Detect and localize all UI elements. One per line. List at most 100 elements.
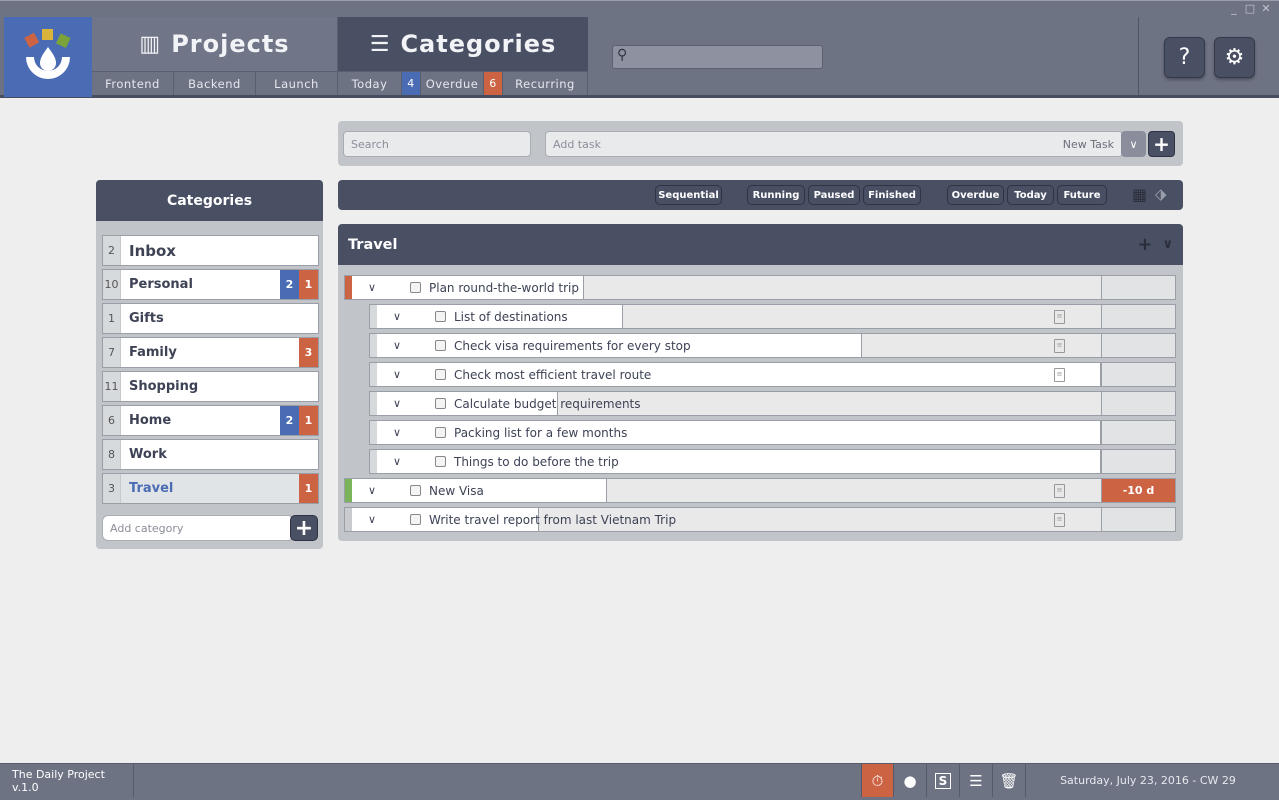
tab-today[interactable]: Today bbox=[338, 71, 402, 95]
tab-recurring[interactable]: Recurring bbox=[503, 71, 588, 95]
task-title: New Visa bbox=[429, 483, 484, 498]
category-item-family[interactable]: 7 Family 3 bbox=[102, 337, 319, 368]
category-item-shopping[interactable]: 11 Shopping bbox=[102, 371, 319, 402]
header-divider bbox=[1138, 17, 1139, 95]
user-location-icon[interactable]: ● bbox=[894, 764, 927, 797]
category-count: 11 bbox=[103, 372, 121, 401]
task-row[interactable]: ∨ Check visa requirements for every stop… bbox=[369, 333, 1176, 358]
task-title: Things to do before the trip bbox=[454, 454, 619, 469]
expand-chevron-icon[interactable]: ∨ bbox=[352, 281, 392, 294]
task-due bbox=[1101, 392, 1175, 415]
tab-project-backend[interactable]: Backend bbox=[174, 71, 256, 95]
task-row[interactable]: ∨ New Visa ≡ -10 d bbox=[344, 478, 1176, 503]
chevron-down-icon[interactable]: ∨ bbox=[1162, 237, 1173, 252]
category-count: 10 bbox=[103, 270, 121, 299]
task-color-stripe bbox=[370, 363, 377, 386]
list-add-icon[interactable]: + bbox=[1137, 234, 1152, 255]
filter-sequential[interactable]: Sequential bbox=[655, 185, 722, 205]
add-task-placeholder: Add task bbox=[553, 137, 601, 151]
task-row[interactable]: ∨ Calculate budget requirements bbox=[369, 391, 1176, 416]
help-button[interactable]: ? bbox=[1164, 37, 1205, 78]
filter-overdue[interactable]: Overdue bbox=[947, 185, 1004, 205]
task-color-stripe bbox=[370, 305, 377, 328]
task-row[interactable]: ∨ Check most efficient travel route ≡ bbox=[369, 362, 1176, 387]
task-due: -10 d bbox=[1101, 479, 1175, 502]
task-search-input[interactable]: Search bbox=[343, 131, 531, 157]
expand-chevron-icon[interactable]: ∨ bbox=[377, 339, 417, 352]
task-checkbox[interactable] bbox=[435, 427, 446, 438]
global-search-input[interactable]: ⚲ bbox=[612, 45, 823, 69]
filter-future[interactable]: Future bbox=[1057, 185, 1107, 205]
category-name: Shopping bbox=[129, 379, 199, 394]
tab-project-frontend[interactable]: Frontend bbox=[92, 71, 174, 95]
maximize-icon[interactable]: □ bbox=[1243, 2, 1257, 15]
grid-view-icon[interactable]: ▦ bbox=[1132, 187, 1148, 203]
task-row[interactable]: ∨ Write travel report from last Vietnam … bbox=[344, 507, 1176, 532]
note-icon[interactable]: ≡ bbox=[1054, 484, 1065, 498]
task-title: Write travel report from last Vietnam Tr… bbox=[429, 512, 677, 527]
expand-chevron-icon[interactable]: ∨ bbox=[352, 513, 392, 526]
note-icon[interactable]: ≡ bbox=[1054, 310, 1065, 324]
task-list-header: Travel + ∨ bbox=[338, 224, 1183, 265]
overdue-badge: 1 bbox=[299, 474, 318, 503]
task-checkbox[interactable] bbox=[410, 485, 421, 496]
note-icon[interactable]: ≡ bbox=[1054, 368, 1065, 382]
task-type-dropdown[interactable]: ∨ bbox=[1121, 131, 1146, 157]
trash-icon[interactable]: 🗑 bbox=[993, 764, 1026, 797]
sequential-icon[interactable]: S bbox=[927, 764, 960, 797]
add-category-button[interactable]: + bbox=[290, 515, 318, 541]
tag-icon[interactable]: ⬗ bbox=[1155, 185, 1167, 203]
task-color-stripe bbox=[370, 450, 377, 473]
tab-overdue[interactable]: Overdue bbox=[421, 71, 484, 95]
task-title: List of destinations bbox=[454, 309, 568, 324]
categories-title: Categories bbox=[96, 180, 323, 221]
category-item-travel[interactable]: 3 Travel 1 bbox=[102, 473, 319, 504]
tab-project-launch[interactable]: Launch bbox=[256, 71, 338, 95]
settings-button[interactable]: ⚙ bbox=[1214, 37, 1255, 78]
overdue-badge: 1 bbox=[299, 270, 318, 299]
filter-today[interactable]: Today bbox=[1007, 185, 1054, 205]
task-checkbox[interactable] bbox=[410, 282, 421, 293]
minimize-icon[interactable]: _ bbox=[1227, 2, 1241, 15]
expand-chevron-icon[interactable]: ∨ bbox=[377, 310, 417, 323]
task-row[interactable]: ∨ List of destinations ≡ bbox=[369, 304, 1176, 329]
expand-chevron-icon[interactable]: ∨ bbox=[352, 484, 392, 497]
list-settings-icon[interactable]: ☰ bbox=[960, 764, 993, 797]
category-item-personal[interactable]: 10 Personal 2 1 bbox=[102, 269, 319, 300]
gear-icon: ⚙ bbox=[1224, 45, 1245, 70]
tab-projects[interactable]: ▥ Projects bbox=[92, 17, 338, 71]
expand-chevron-icon[interactable]: ∨ bbox=[377, 397, 417, 410]
category-item-home[interactable]: 6 Home 2 1 bbox=[102, 405, 319, 436]
task-checkbox[interactable] bbox=[435, 311, 446, 322]
category-count: 8 bbox=[103, 440, 121, 469]
task-checkbox[interactable] bbox=[435, 398, 446, 409]
task-row[interactable]: ∨ Things to do before the trip bbox=[369, 449, 1176, 474]
add-category-input[interactable]: Add category bbox=[102, 515, 294, 541]
category-name: Family bbox=[129, 345, 177, 360]
add-task-button[interactable]: + bbox=[1148, 131, 1175, 157]
expand-chevron-icon[interactable]: ∨ bbox=[377, 426, 417, 439]
category-item-gifts[interactable]: 1 Gifts bbox=[102, 303, 319, 334]
expand-chevron-icon[interactable]: ∨ bbox=[377, 455, 417, 468]
expand-chevron-icon[interactable]: ∨ bbox=[377, 368, 417, 381]
note-icon[interactable]: ≡ bbox=[1054, 339, 1065, 353]
filter-running[interactable]: Running bbox=[747, 185, 805, 205]
timer-icon[interactable]: ⏱ bbox=[861, 764, 894, 797]
today-badge: 2 bbox=[280, 406, 299, 435]
category-item-work[interactable]: 8 Work bbox=[102, 439, 319, 470]
tab-categories[interactable]: ☰ Categories bbox=[338, 17, 588, 71]
task-checkbox[interactable] bbox=[435, 456, 446, 467]
add-task-input[interactable]: Add task New Task bbox=[545, 131, 1123, 157]
task-title: Calculate budget requirements bbox=[454, 396, 641, 411]
category-count: 2 bbox=[103, 236, 121, 265]
filter-paused[interactable]: Paused bbox=[808, 185, 860, 205]
task-checkbox[interactable] bbox=[435, 369, 446, 380]
filter-finished[interactable]: Finished bbox=[863, 185, 921, 205]
task-row[interactable]: ∨ Plan round-the-world trip bbox=[344, 275, 1176, 300]
task-row[interactable]: ∨ Packing list for a few months bbox=[369, 420, 1176, 445]
task-checkbox[interactable] bbox=[435, 340, 446, 351]
close-icon[interactable]: ✕ bbox=[1259, 2, 1273, 15]
category-item-inbox[interactable]: 2 Inbox bbox=[102, 235, 319, 266]
task-checkbox[interactable] bbox=[410, 514, 421, 525]
note-icon[interactable]: ≡ bbox=[1054, 513, 1065, 527]
